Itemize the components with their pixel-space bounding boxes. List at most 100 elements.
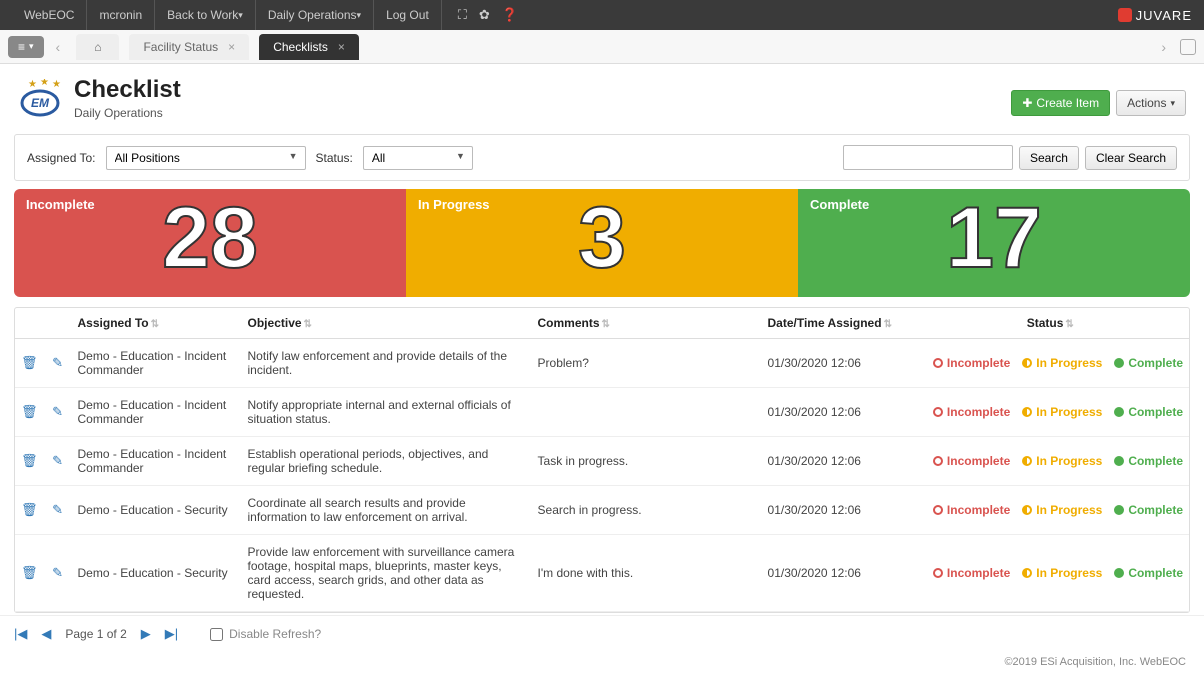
search-input[interactable] — [843, 145, 1013, 170]
disable-refresh-label: Disable Refresh? — [229, 627, 321, 641]
checklist-table-wrap: Assigned To⇅ Objective⇅ Comments⇅ Date/T… — [14, 307, 1190, 613]
status-option-complete[interactable]: Complete — [1114, 356, 1183, 370]
card-complete[interactable]: Complete 17 — [798, 189, 1190, 297]
delete-row-icon[interactable]: 🗑 — [21, 565, 38, 580]
half-circle-icon — [1022, 407, 1032, 417]
disable-refresh-toggle[interactable]: Disable Refresh? — [210, 627, 321, 641]
cell-comments: Search in progress. — [532, 486, 762, 535]
col-status[interactable]: Status⇅ — [912, 308, 1189, 339]
cell-status: Incomplete In Progress Complete — [912, 339, 1189, 388]
sort-icon: ⇅ — [1065, 319, 1073, 330]
card-in-progress[interactable]: In Progress 3 — [406, 189, 798, 297]
footer-copyright: ©2019 ESi Acquisition, Inc. WebEOC — [0, 652, 1204, 676]
status-option-complete[interactable]: Complete — [1114, 503, 1183, 517]
checklist-table: Assigned To⇅ Objective⇅ Comments⇅ Date/T… — [15, 308, 1189, 612]
status-option-inprogress[interactable]: In Progress — [1022, 566, 1102, 580]
em-logo-icon: EM★★★ — [18, 79, 62, 117]
delete-row-icon[interactable]: 🗑 — [21, 404, 38, 419]
col-objective[interactable]: Objective⇅ — [242, 308, 532, 339]
pager-bar: |◀ ◀ Page 1 of 2 ▶ ▶| Disable Refresh? — [0, 615, 1204, 652]
col-assigned-to-label: Assigned To — [78, 316, 149, 330]
tab-scroll-left[interactable]: ‹ — [50, 39, 67, 55]
pager-prev[interactable]: ◀ — [41, 626, 51, 642]
cell-status: Incomplete In Progress Complete — [912, 486, 1189, 535]
status-option-inprogress[interactable]: In Progress — [1022, 356, 1102, 370]
status-option-inprogress[interactable]: In Progress — [1022, 405, 1102, 419]
gear-icon[interactable]: ✿ — [479, 7, 490, 23]
status-group: Incomplete In Progress Complete — [918, 503, 1183, 517]
menu-daily-operations-label: Daily Operations — [268, 8, 357, 22]
disable-refresh-checkbox[interactable] — [210, 628, 223, 641]
col-date[interactable]: Date/Time Assigned⇅ — [762, 308, 912, 339]
fullscreen-icon[interactable]: ⛶ — [458, 7, 467, 23]
edit-row-icon[interactable]: ✎ — [52, 355, 63, 370]
sort-icon: ⇅ — [304, 319, 312, 330]
help-icon[interactable]: ❓ — [502, 7, 518, 23]
pager-first[interactable]: |◀ — [14, 626, 27, 642]
circle-icon — [933, 358, 943, 368]
cell-assigned: Demo - Education - Incident Commander — [72, 339, 242, 388]
tab-checklists[interactable]: Checklists × — [259, 34, 359, 60]
status-option-complete[interactable]: Complete — [1114, 454, 1183, 468]
user-name[interactable]: mcronin — [87, 0, 155, 30]
home-icon: ⌂ — [94, 40, 101, 54]
pager-next[interactable]: ▶ — [141, 626, 151, 642]
col-comments-label: Comments — [538, 316, 600, 330]
close-icon[interactable]: × — [338, 40, 345, 54]
cell-date: 01/30/2020 12:06 — [762, 437, 912, 486]
filter-bar: Assigned To: All Positions Status: All S… — [14, 134, 1190, 181]
edit-row-icon[interactable]: ✎ — [52, 565, 63, 580]
col-assigned-to[interactable]: Assigned To⇅ — [72, 308, 242, 339]
panel-toggle-icon[interactable] — [1180, 39, 1196, 55]
status-option-incomplete[interactable]: Incomplete — [933, 405, 1010, 419]
status-option-incomplete[interactable]: Incomplete — [933, 454, 1010, 468]
status-group: Incomplete In Progress Complete — [918, 566, 1183, 580]
actions-dropdown[interactable]: Actions▾ — [1116, 90, 1186, 116]
tab-home[interactable]: ⌂ — [76, 34, 119, 60]
assigned-to-select-wrap: All Positions — [106, 146, 306, 170]
sort-icon: ⇅ — [884, 319, 892, 330]
card-incomplete[interactable]: Incomplete 28 — [14, 189, 406, 297]
close-icon[interactable]: × — [228, 40, 235, 54]
half-circle-icon — [1022, 358, 1032, 368]
col-objective-label: Objective — [248, 316, 302, 330]
status-select[interactable]: All — [363, 146, 473, 170]
assigned-to-select[interactable]: All Positions — [106, 146, 306, 170]
cell-assigned: Demo - Education - Incident Commander — [72, 388, 242, 437]
status-group: Incomplete In Progress Complete — [918, 405, 1183, 419]
status-option-inprogress[interactable]: In Progress — [1022, 454, 1102, 468]
edit-row-icon[interactable]: ✎ — [52, 404, 63, 419]
pager-last[interactable]: ▶| — [165, 626, 178, 642]
filter-bar-left: Assigned To: All Positions Status: All — [27, 146, 473, 170]
status-option-incomplete[interactable]: Incomplete — [933, 503, 1010, 517]
col-comments[interactable]: Comments⇅ — [532, 308, 762, 339]
col-status-label: Status — [1027, 316, 1064, 330]
edit-row-icon[interactable]: ✎ — [52, 502, 63, 517]
sort-icon: ⇅ — [151, 319, 159, 330]
cell-objective: Establish operational periods, objective… — [242, 437, 532, 486]
app-name[interactable]: WebEOC — [12, 0, 87, 30]
menu-back-to-work[interactable]: Back to Work▾ — [155, 0, 256, 30]
logout-link[interactable]: Log Out — [374, 0, 442, 30]
tab-scroll-right[interactable]: › — [1155, 39, 1172, 55]
status-option-incomplete[interactable]: Incomplete — [933, 566, 1010, 580]
tab-facility-status[interactable]: Facility Status × — [129, 34, 249, 60]
edit-row-icon[interactable]: ✎ — [52, 453, 63, 468]
search-button[interactable]: Search — [1019, 146, 1079, 170]
cell-objective: Notify law enforcement and provide detai… — [242, 339, 532, 388]
half-circle-icon — [1022, 505, 1032, 515]
clear-search-button[interactable]: Clear Search — [1085, 146, 1177, 170]
status-option-complete[interactable]: Complete — [1114, 405, 1183, 419]
half-circle-icon — [1022, 568, 1032, 578]
status-option-incomplete[interactable]: Incomplete — [933, 356, 1010, 370]
status-group: Incomplete In Progress Complete — [918, 454, 1183, 468]
menu-daily-operations[interactable]: Daily Operations▾ — [256, 0, 374, 30]
status-option-complete[interactable]: Complete — [1114, 566, 1183, 580]
menu-toggle-button[interactable]: ≡▾ — [8, 36, 44, 58]
cell-status: Incomplete In Progress Complete — [912, 437, 1189, 486]
create-item-button[interactable]: ✚Create Item — [1011, 90, 1110, 116]
status-option-inprogress[interactable]: In Progress — [1022, 503, 1102, 517]
delete-row-icon[interactable]: 🗑 — [21, 502, 38, 517]
delete-row-icon[interactable]: 🗑 — [21, 355, 38, 370]
delete-row-icon[interactable]: 🗑 — [21, 453, 38, 468]
